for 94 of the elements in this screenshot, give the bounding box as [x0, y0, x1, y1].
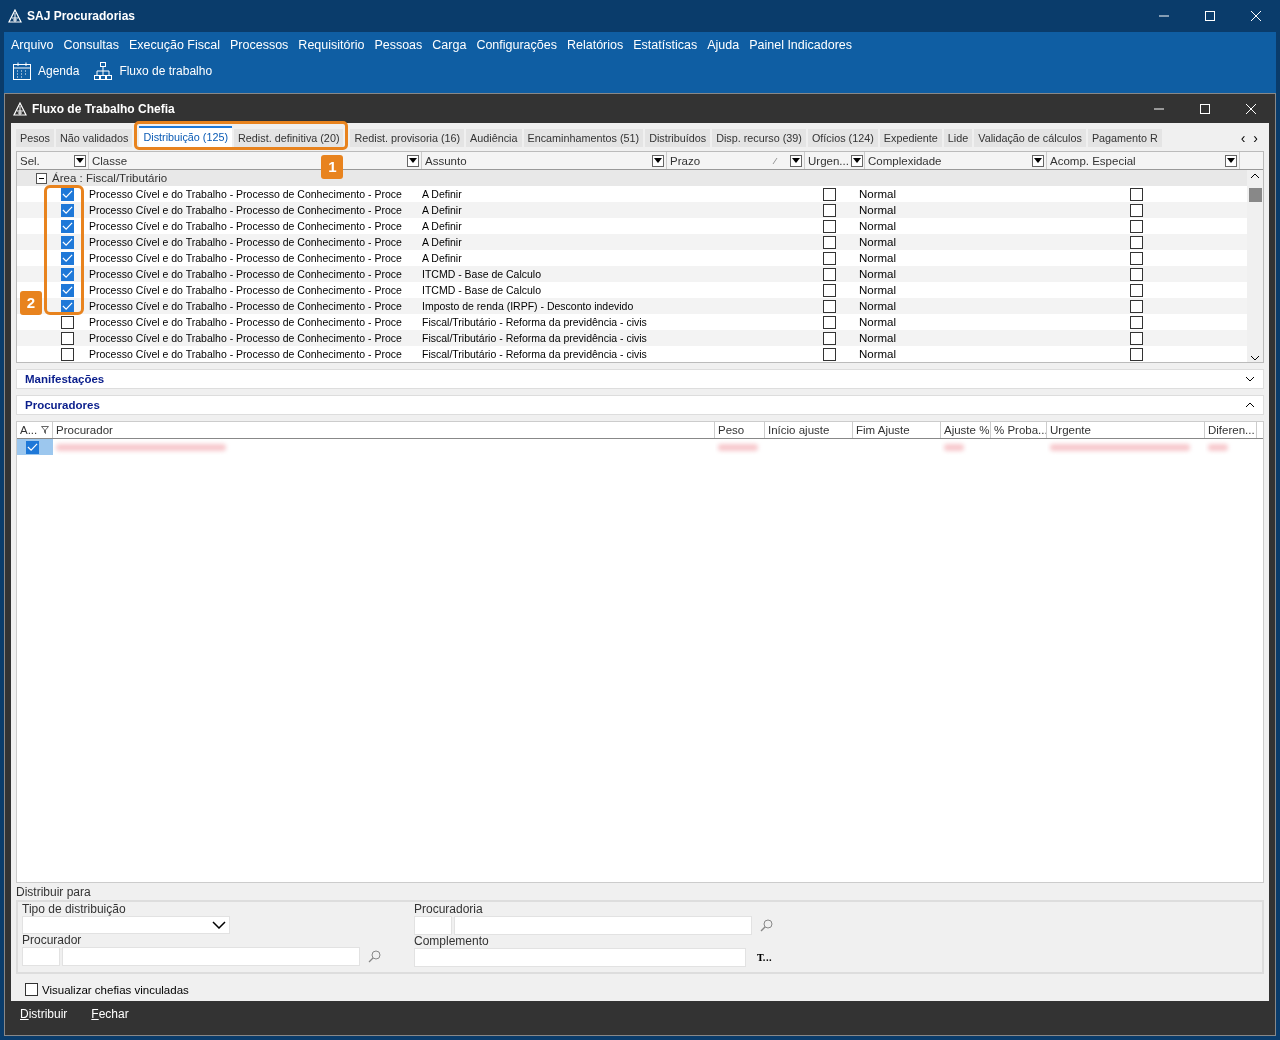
column-header[interactable]: Ajuste % — [944, 424, 990, 436]
section-header[interactable]: Manifestações — [16, 369, 1264, 389]
table-cell: A Definir — [422, 236, 462, 248]
table-cell: ITCMD - Base de Calculo — [422, 284, 542, 296]
tab-scroll-button[interactable]: › — [1253, 129, 1258, 147]
table-cell: Processo Cível e do Trabalho - Processo de Conhecimento - Proce — [89, 204, 402, 216]
table-cell: Processo Cível e do Trabalho - Processo de Conhecimento - Proce — [89, 268, 402, 280]
table-cell: Processo Cível e do Trabalho - Processo de Conhecimento - Proce — [89, 332, 402, 344]
table-cell: Fiscal/Tributário - Reforma da previdência - civis — [422, 348, 647, 360]
menu-item[interactable]: Requisitório — [298, 38, 365, 52]
footer-button[interactable]: Fechar — [85, 1007, 129, 1021]
field-label: Tipo de distribuição — [22, 903, 127, 916]
group-label: Área : Fiscal/Tributário — [52, 172, 168, 184]
callout-number: 1 — [321, 155, 344, 179]
column-header[interactable]: Prazo — [670, 154, 772, 167]
tab[interactable]: Lide — [943, 129, 973, 147]
table-cell: Normal — [859, 284, 897, 296]
tab[interactable]: Pagamento R — [1087, 129, 1162, 147]
table-cell: Processo Cível e do Trabalho - Processo de Conhecimento - Proce — [89, 300, 402, 312]
tab[interactable]: Pesos — [16, 129, 54, 147]
table-cell: Imposto de renda (IRPF) - Desconto indevido — [422, 300, 634, 312]
table-cell: Normal — [859, 316, 897, 328]
callout-number: 2 — [20, 291, 42, 315]
tab[interactable]: Ofícios (124) — [807, 129, 878, 147]
menu-item[interactable]: Painel Indicadores — [749, 38, 853, 52]
menu-item[interactable]: Configurações — [476, 38, 557, 52]
table-cell: Processo Cível e do Trabalho - Processo de Conhecimento - Proce — [89, 220, 402, 232]
table-cell: Normal — [859, 268, 897, 280]
field-label: Procurador — [22, 934, 83, 947]
checkbox-label: Visualizar chefias vinculadas — [42, 983, 189, 996]
table-cell: Processo Cível e do Trabalho - Processo de Conhecimento - Proce — [89, 252, 402, 264]
menu-item[interactable]: Processos — [230, 38, 289, 52]
table-cell: Processo Cível e do Trabalho - Processo de Conhecimento - Proce — [89, 236, 402, 248]
column-header[interactable]: Assunto — [425, 154, 650, 167]
tab[interactable]: Expediente — [879, 129, 942, 147]
column-header[interactable]: Procurador — [56, 424, 711, 436]
menu-item[interactable]: Pessoas — [374, 38, 423, 52]
table-cell: Normal — [859, 188, 897, 200]
table-cell: A Definir — [422, 188, 462, 200]
tab[interactable]: Redist. definitiva (20) — [234, 129, 344, 147]
tab[interactable]: Distribuídos — [645, 129, 711, 147]
column-header[interactable]: Fim Ajuste — [856, 424, 937, 436]
toolbar-button[interactable]: Fluxo de trabalho — [93, 61, 213, 81]
menu-item[interactable]: Carga — [432, 38, 467, 52]
column-header[interactable]: Acomp. Especial — [1050, 154, 1223, 167]
table-cell: Processo Cível e do Trabalho - Processo de Conhecimento - Proce — [89, 348, 402, 360]
column-header[interactable]: Início ajuste — [768, 424, 849, 436]
text-button[interactable]: T... — [753, 952, 776, 963]
table-cell: Normal — [859, 348, 897, 360]
footer-button[interactable]: Distribuir — [14, 1007, 68, 1021]
table-cell: A Definir — [422, 204, 462, 216]
toolbar-button[interactable]: Agenda — [12, 61, 80, 81]
tab[interactable]: Validação de cálculos — [974, 129, 1086, 147]
menu-item[interactable]: Arquivo — [11, 38, 54, 52]
table-cell: Normal — [859, 332, 897, 344]
tab[interactable]: Redist. provisoria (16) — [350, 129, 465, 147]
tab-scroll-button[interactable]: ‹ — [1240, 129, 1246, 147]
tab[interactable]: Distribuição (125) — [139, 126, 233, 147]
table-cell: Normal — [859, 220, 897, 232]
tab[interactable]: Audiência — [466, 129, 522, 147]
menu-item[interactable]: Consultas — [63, 38, 119, 52]
column-header[interactable]: Diferen... — [1208, 424, 1255, 436]
table-cell: Normal — [859, 204, 897, 216]
menu-item[interactable]: Relatórios — [567, 38, 624, 52]
table-cell: Fiscal/Tributário - Reforma da previdência - civis — [422, 332, 647, 344]
window-title: Fluxo de Trabalho Chefia — [32, 101, 175, 116]
table-cell: Normal — [859, 252, 897, 264]
table-cell: Processo Cível e do Trabalho - Processo de Conhecimento - Proce — [89, 188, 402, 200]
table-cell: Processo Cível e do Trabalho - Processo de Conhecimento - Proce — [89, 316, 402, 328]
field-label: Complemento — [414, 935, 490, 948]
section-label: Distribuir para — [16, 885, 92, 900]
column-header[interactable]: Complexidade — [868, 154, 1030, 167]
column-header[interactable]: Sel. — [20, 154, 72, 167]
menu-item[interactable]: Execução Fiscal — [129, 38, 220, 52]
column-header[interactable]: % Proba... — [994, 424, 1046, 436]
section-header[interactable]: Procuradores — [16, 395, 1264, 415]
table-cell: Normal — [859, 300, 897, 312]
table-cell: A Definir — [422, 220, 462, 232]
tab[interactable]: Encaminhamentos (51) — [523, 129, 644, 147]
column-header[interactable]: Urgen... — [808, 154, 849, 167]
table-cell: ITCMD - Base de Calculo — [422, 268, 542, 280]
tab[interactable]: Não validados — [56, 129, 133, 147]
menu-item[interactable]: Estatísticas — [633, 38, 698, 52]
table-cell: Normal — [859, 236, 897, 248]
menu-item[interactable]: Ajuda — [707, 38, 740, 52]
table-cell: Fiscal/Tributário - Reforma da previdência - civis — [422, 316, 647, 328]
table-cell: Processo Cível e do Trabalho - Processo de Conhecimento - Proce — [89, 284, 402, 296]
column-header[interactable]: Urgente — [1050, 424, 1201, 436]
tab[interactable]: Disp. recurso (39) — [712, 129, 806, 147]
app-title: SAJ Procuradorias — [27, 9, 136, 23]
field-label: Procuradoria — [414, 903, 484, 916]
column-header[interactable]: Peso — [718, 424, 761, 436]
column-header[interactable]: A... — [20, 424, 39, 436]
table-cell: A Definir — [422, 252, 462, 264]
